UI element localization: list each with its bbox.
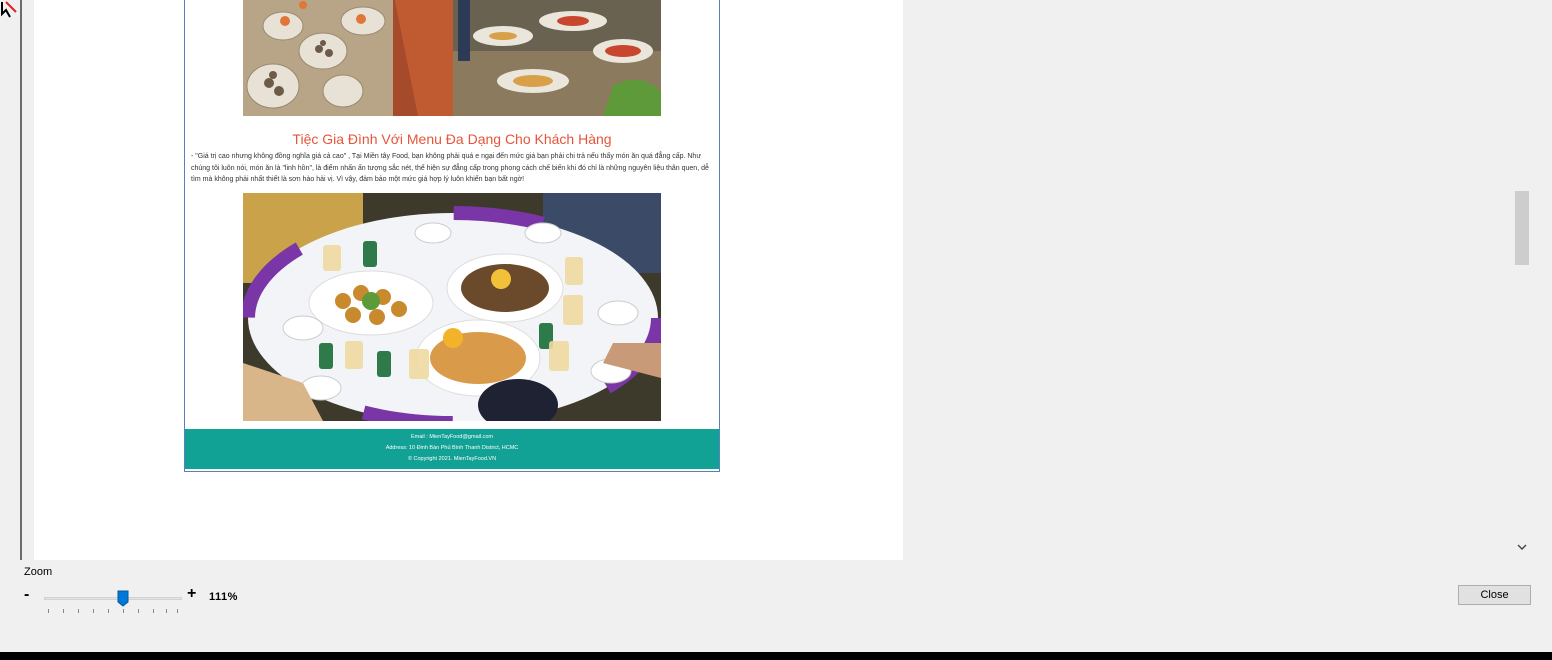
print-preview-window: Tiệc Gia Đình Với Menu Đa Dạng Cho Khách…: [0, 0, 1552, 652]
family-dinner-image: [243, 193, 661, 421]
zoom-slider-track[interactable]: [44, 597, 182, 600]
slider-tick: [78, 609, 79, 613]
zoom-slider[interactable]: [44, 590, 182, 613]
slider-tick: [138, 609, 139, 613]
preview-viewport[interactable]: Tiệc Gia Đình Với Menu Đa Dạng Cho Khách…: [22, 0, 1512, 560]
chevron-down-icon[interactable]: [1516, 542, 1528, 556]
zoom-panel: Zoom - + 111% Close: [0, 560, 1552, 652]
left-panel-edge: [0, 0, 22, 560]
slider-tick: [108, 609, 109, 613]
slider-tick: [63, 609, 64, 613]
seafood-buffet-image: [243, 0, 661, 116]
zoom-label: Zoom: [24, 566, 53, 578]
document-page: Tiệc Gia Đình Với Menu Đa Dạng Cho Khách…: [184, 0, 720, 472]
zoom-slider-thumb[interactable]: [117, 590, 129, 607]
zoom-out-button[interactable]: -: [24, 587, 29, 603]
slider-tick: [153, 609, 154, 613]
zoom-value: 111%: [209, 591, 238, 603]
footer-copyright: © Copyright 2021. MienTayFood.VN: [407, 456, 497, 462]
preview-page: Tiệc Gia Đình Với Menu Đa Dạng Cho Khách…: [34, 0, 903, 560]
slider-tick: [177, 609, 178, 613]
scrollbar-thumb[interactable]: [1515, 191, 1529, 265]
slider-tick: [166, 609, 167, 613]
section-paragraph: - "Giá trị cao nhưng không đồng nghĩa gi…: [191, 153, 709, 183]
slider-tick: [123, 609, 124, 613]
slider-tick: [93, 609, 94, 613]
vertical-scrollbar[interactable]: [1514, 0, 1530, 560]
section-heading: Tiệc Gia Đình Với Menu Đa Dạng Cho Khách…: [292, 131, 612, 147]
zoom-in-button[interactable]: +: [187, 586, 196, 602]
page-footer: Email : MienTayFood@gmail.com Address: 1…: [185, 429, 719, 469]
slider-tick: [48, 609, 49, 613]
footer-address: Address: 10 Đinh Bàn Phủ Bình Thanh Dist…: [385, 445, 519, 451]
close-button[interactable]: Close: [1458, 585, 1531, 605]
cursor-icon: [1, 1, 17, 18]
footer-email: Email : MienTayFood@gmail.com: [411, 434, 493, 440]
